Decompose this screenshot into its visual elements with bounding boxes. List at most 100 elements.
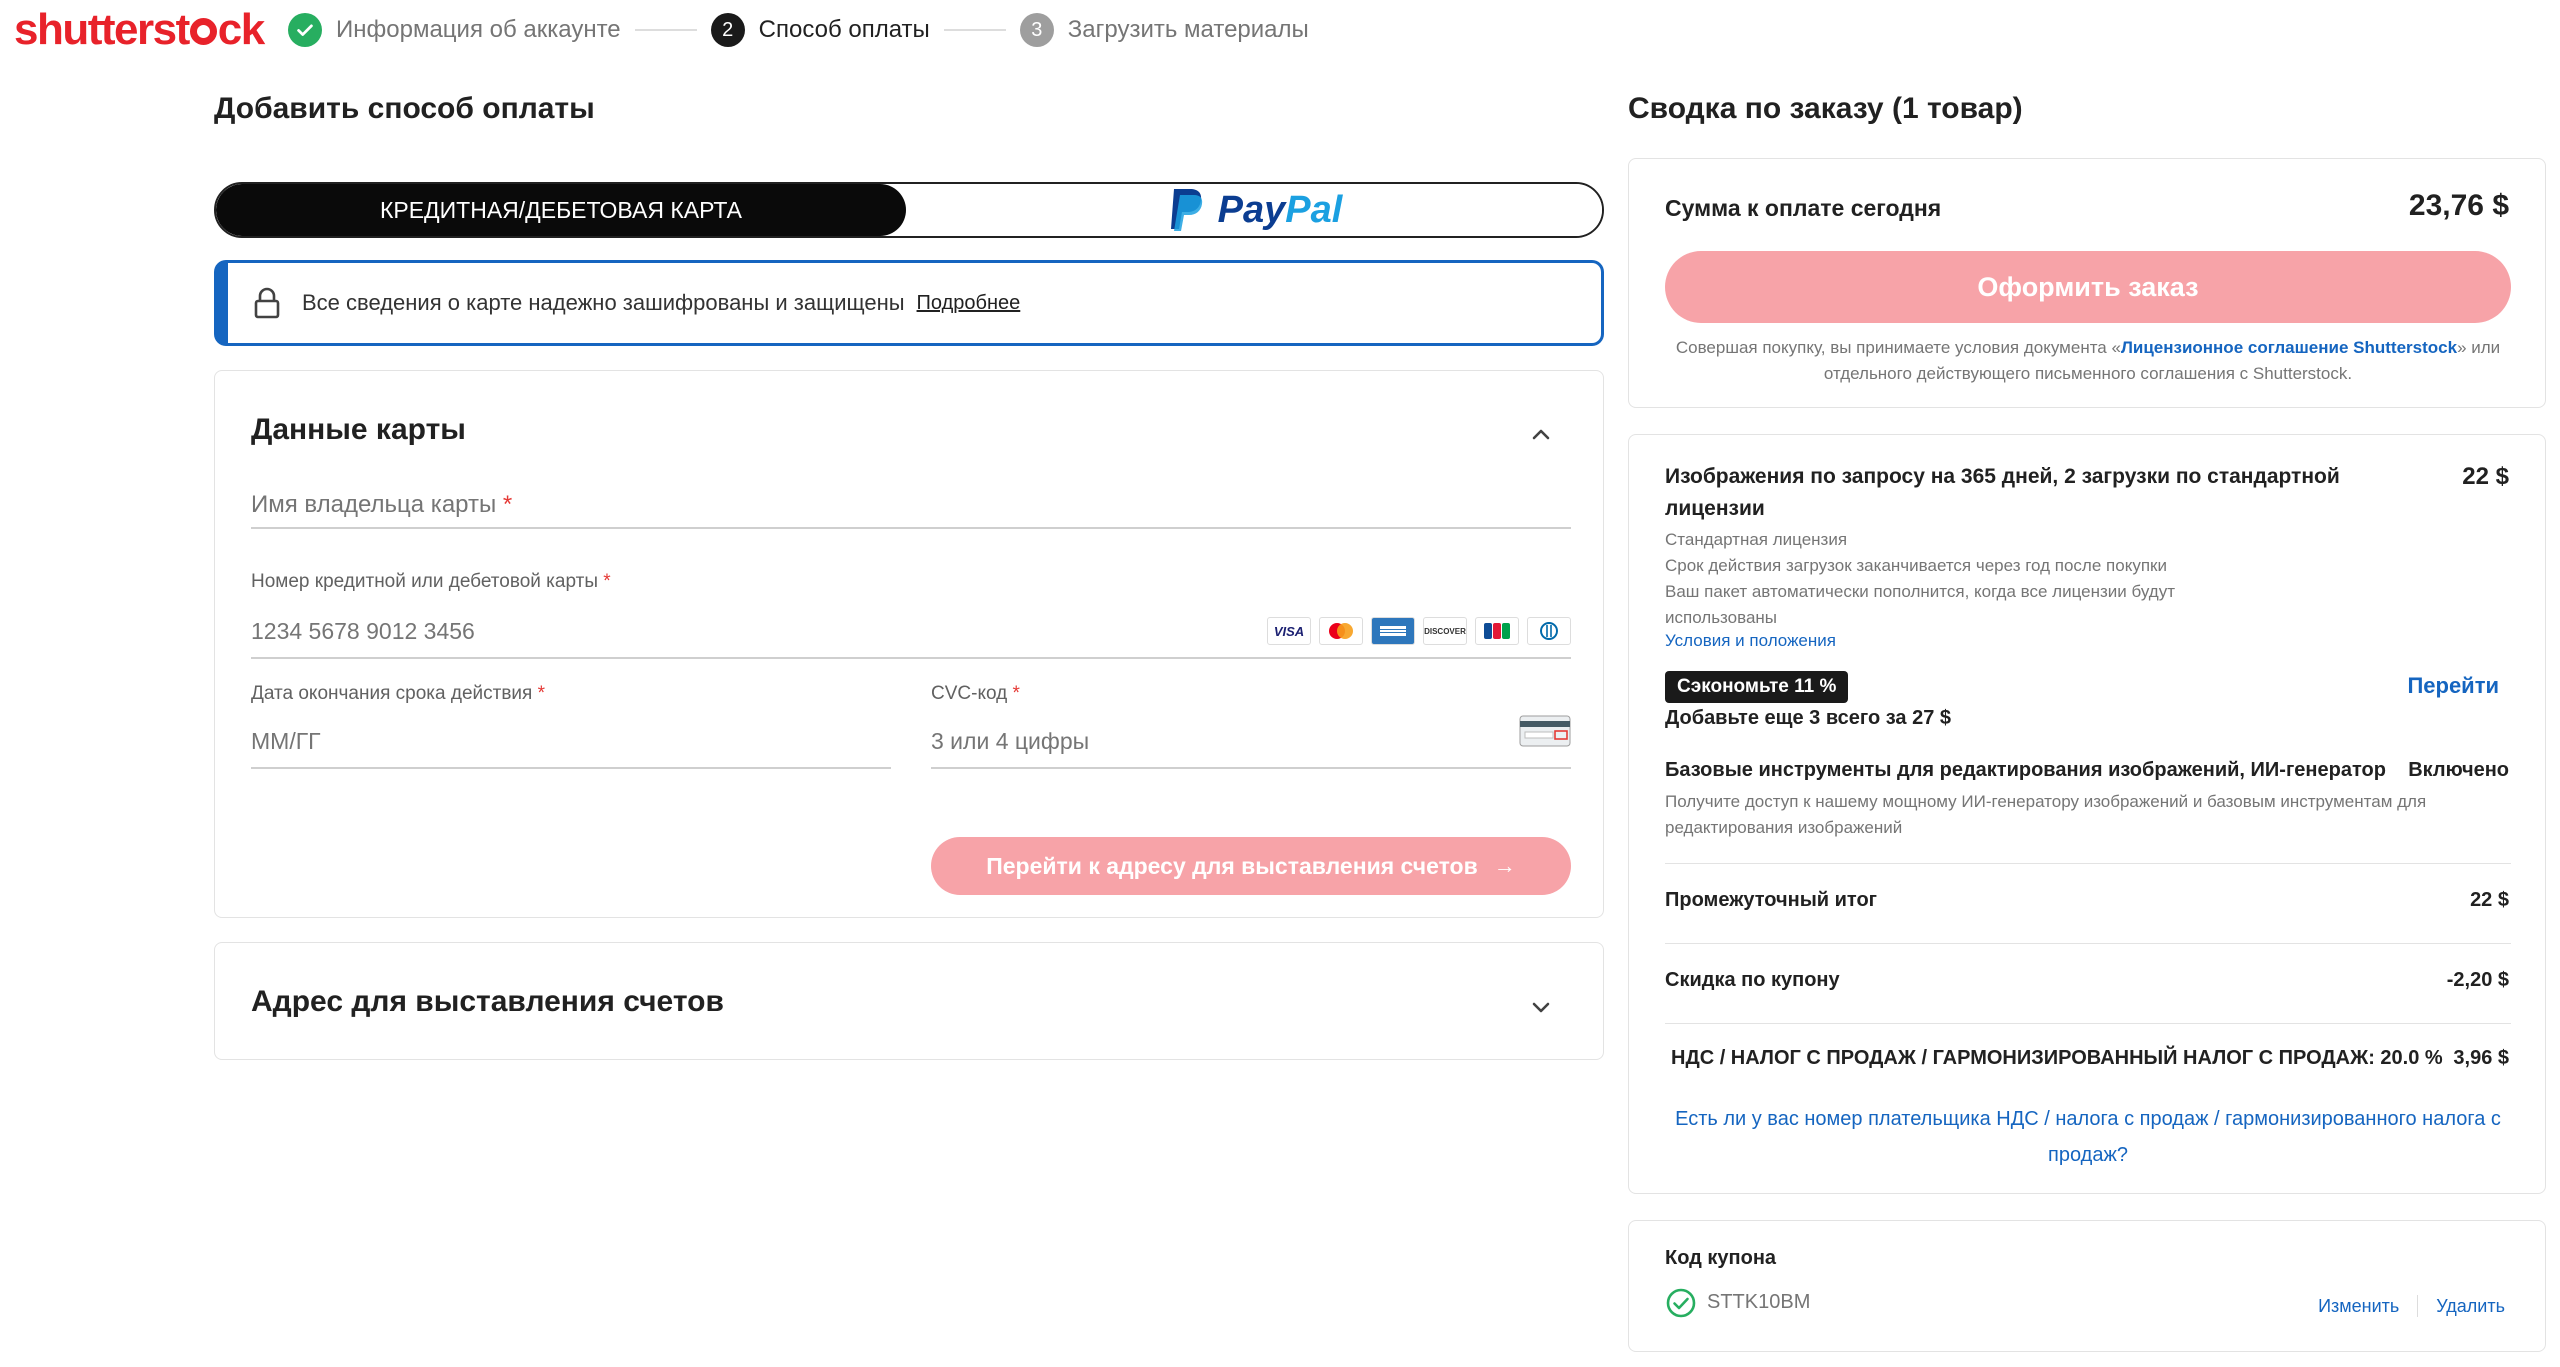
tax-label: НДС / НАЛОГ С ПРОДАЖ / ГАРМОНИЗИРОВАННЫЙ… [1671, 1047, 2443, 1069]
cvc-label: CVC-код * [931, 683, 1020, 705]
step-upload-materials: 3 Загрузить материалы [1019, 13, 1309, 47]
step-number-badge: 3 [1019, 13, 1054, 47]
step-label: Загрузить материалы [1067, 16, 1309, 43]
paypal-text-pal: Pal [1285, 188, 1343, 231]
logo-text-part-1: shutterst [14, 5, 190, 54]
card-number-placeholder: 1234 5678 9012 3456 [251, 618, 475, 644]
upgrade-go-link[interactable]: Перейти [2407, 673, 2499, 699]
mastercard-icon [1319, 617, 1363, 645]
due-today-label: Сумма к оплате сегодня [1665, 195, 1942, 221]
go-to-billing-button[interactable]: Перейти к адресу для выставления счетов … [931, 837, 1571, 895]
step-connector [634, 29, 697, 31]
step-number-badge: 2 [710, 13, 745, 47]
paypal-text-pay: Pay [1217, 188, 1286, 231]
order-details-box: Изображения по запросу на 365 дней, 2 за… [1628, 434, 2546, 1194]
place-order-button[interactable]: Оформить заказ [1665, 251, 2511, 323]
subtotal-value: 22 $ [2470, 889, 2509, 911]
go-to-billing-label: Перейти к адресу для выставления счетов [986, 852, 1478, 879]
cvc-field[interactable]: CVC-код * 3 или 4 цифры [931, 683, 1571, 769]
item-title: Изображения по запросу на 365 дней, 2 за… [1665, 465, 2340, 520]
jcb-icon [1475, 617, 1519, 645]
paypal-icon [1170, 189, 1202, 231]
card-details-panel: Данные карты Имя владельца карты * Номер… [214, 370, 1604, 918]
coupon-code-value: STTK10BM [1707, 1291, 1811, 1313]
step-label: Способ оплаты [758, 16, 930, 43]
chevron-up-icon[interactable] [1529, 423, 1553, 447]
logo-ring-icon [189, 18, 217, 45]
card-number-field[interactable]: Номер кредитной или дебетовой карты * 12… [251, 571, 1571, 659]
cvc-label-text: CVC-код [931, 683, 1008, 704]
required-mark: * [603, 571, 611, 592]
due-today-amount: 23,76 $ [2408, 189, 2509, 222]
tools-title: Базовые инструменты для редактирования и… [1665, 759, 2386, 781]
check-circle-icon [1666, 1288, 1696, 1318]
step-account-info: Информация об аккаунте [288, 13, 621, 47]
billing-address-panel[interactable]: Адрес для выставления счетов [214, 942, 1604, 1060]
step-payment-method: 2 Способ оплаты [710, 13, 930, 47]
save-badge: Сэкономьте 11 % [1665, 671, 1849, 703]
required-mark: * [502, 491, 513, 518]
add-more-offer: Добавьте еще 3 всего за 27 $ [1665, 707, 1952, 729]
item-expiry-note: Срок действия загрузок заканчивается чер… [1665, 556, 2167, 575]
change-coupon-link[interactable]: Изменить [2318, 1296, 2399, 1317]
shutterstock-logo[interactable]: shutterst ck [14, 4, 265, 56]
billing-address-title: Адрес для выставления счетов [251, 985, 724, 1018]
coupon-discount-value: -2,20 $ [2446, 969, 2509, 991]
item-refill-note: Ваш пакет автоматически пополнится, когд… [1665, 582, 2175, 627]
secure-info-banner: Все сведения о карте надежно зашифрованы… [214, 260, 1604, 346]
tools-description: Получите доступ к нашему мощному ИИ-гене… [1665, 792, 2427, 837]
check-circle-icon [288, 13, 322, 47]
cardholder-name-field[interactable]: Имя владельца карты * [251, 469, 1571, 529]
cvc-card-icon [1519, 715, 1571, 747]
learn-more-link[interactable]: Подробнее [917, 292, 1021, 315]
step-connector [943, 29, 1006, 31]
terms-conditions-link[interactable]: Условия и положения [1665, 631, 1836, 651]
purchase-terms: Совершая покупку, вы принимаете условия … [1665, 335, 2511, 387]
vat-number-link[interactable]: Есть ли у вас номер плательщика НДС / на… [1665, 1101, 2511, 1173]
required-mark: * [537, 683, 546, 704]
terms-text-before: Совершая покупку, вы принимаете условия … [1675, 338, 2121, 357]
subtotal-label: Промежуточный итог [1665, 889, 1877, 911]
card-brand-icons: VISA DISCOVER [1267, 617, 1571, 645]
card-number-label: Номер кредитной или дебетовой карты * [251, 571, 611, 593]
divider [1665, 943, 2511, 944]
tab-credit-card[interactable]: КРЕДИТНАЯ/ДЕБЕТОВАЯ КАРТА [216, 184, 906, 236]
payment-method-tabs: КРЕДИТНАЯ/ДЕБЕТОВАЯ КАРТА Pay Pal [214, 182, 1604, 238]
secure-info-text: Все сведения о карте надежно зашифрованы… [302, 290, 905, 315]
cvc-placeholder: 3 или 4 цифры [931, 728, 1090, 754]
lock-icon [254, 287, 280, 319]
item-license-type: Стандартная лицензия [1665, 530, 1848, 549]
cardholder-name-label-text: Имя владельца карты [251, 491, 497, 518]
header: shutterst ck Информация об аккаунте 2 Спо… [0, 0, 2560, 60]
divider [1665, 1023, 2511, 1024]
expiry-date-label: Дата окончания срока действия * [251, 683, 545, 705]
coupon-actions: Изменить Удалить [2318, 1295, 2505, 1317]
order-total-box: Сумма к оплате сегодня 23,76 $ Оформить … [1628, 158, 2546, 408]
cardholder-name-label: Имя владельца карты * [251, 491, 512, 519]
discover-icon: DISCOVER [1423, 617, 1467, 645]
expiry-date-field[interactable]: Дата окончания срока действия * ММ/ГГ [251, 683, 891, 769]
order-summary-title: Сводка по заказу (1 товар) [1628, 92, 2023, 125]
paypal-logo: Pay Pal [1166, 187, 1343, 233]
visa-icon: VISA [1267, 617, 1311, 645]
required-mark: * [1012, 683, 1020, 704]
arrow-right-icon: → [1493, 853, 1516, 878]
tools-included-status: Включено [2408, 759, 2509, 781]
license-agreement-link[interactable]: Лицензионное соглашение Shutterstock [2121, 338, 2457, 357]
card-number-label-text: Номер кредитной или дебетовой карты [251, 571, 598, 592]
payment-section-title: Добавить способ оплаты [214, 92, 595, 125]
remove-coupon-link[interactable]: Удалить [2436, 1296, 2505, 1317]
chevron-down-icon[interactable] [1529, 995, 1553, 1019]
logo-text-part-2: ck [217, 5, 265, 54]
expiry-date-placeholder: ММ/ГГ [251, 728, 321, 754]
diners-club-icon [1527, 617, 1571, 645]
separator [2417, 1295, 2419, 1317]
item-price: 22 $ [2462, 463, 2509, 490]
coupon-title: Код купона [1665, 1247, 1777, 1269]
amex-icon [1371, 617, 1415, 645]
card-details-title: Данные карты [251, 413, 466, 446]
divider [1665, 863, 2511, 864]
coupon-box: Код купона STTK10BM Изменить Удалить [1628, 1220, 2546, 1352]
tax-value: 3,96 $ [2453, 1047, 2509, 1069]
tab-paypal[interactable]: Pay Pal [906, 184, 1602, 236]
